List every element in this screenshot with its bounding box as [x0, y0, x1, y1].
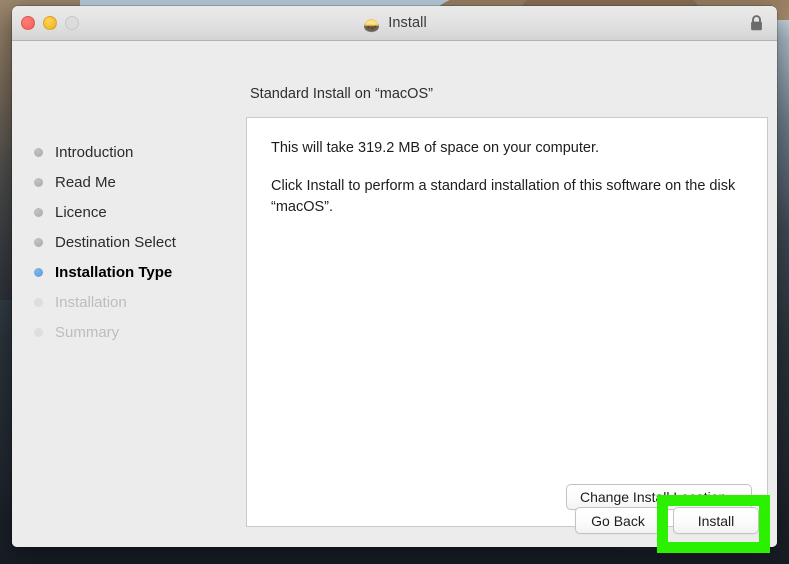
step-list: Introduction Read Me Licence Destination…	[34, 137, 176, 347]
traffic-light-controls	[21, 16, 79, 30]
space-requirement-text: This will take 319.2 MB of space on your…	[271, 140, 600, 156]
step-dot-icon	[34, 207, 43, 217]
step-label: Installation Type	[55, 263, 173, 281]
installer-package-icon	[362, 14, 381, 33]
sidebar-item-summary: Summary	[34, 317, 176, 347]
window-body: Introduction Read Me Licence Destination…	[12, 41, 777, 547]
minimize-button[interactable]	[43, 16, 57, 30]
step-label: Read Me	[55, 173, 116, 191]
window-titlebar[interactable]: Install	[12, 6, 777, 41]
install-instruction-text: Click Install to perform a standard inst…	[271, 178, 736, 215]
install-button[interactable]: Install	[673, 507, 759, 534]
lock-icon	[749, 14, 764, 32]
step-label: Introduction	[55, 143, 134, 161]
step-label: Licence	[55, 203, 107, 221]
close-button[interactable]	[21, 16, 35, 30]
install-summary-text: This will take 319.2 MB of space on your…	[271, 138, 747, 218]
page-title: Standard Install on “macOS”	[250, 86, 433, 102]
install-summary-box: This will take 319.2 MB of space on your…	[246, 117, 768, 527]
step-dot-icon	[34, 177, 43, 187]
step-label: Destination Select	[55, 233, 176, 251]
sidebar-item-licence: Licence	[34, 197, 176, 227]
installer-window: Install Introduction Read Me Licence Des…	[12, 6, 777, 547]
sidebar-item-read-me: Read Me	[34, 167, 176, 197]
step-dot-icon-active	[34, 267, 43, 277]
zoom-button	[65, 16, 79, 30]
step-label: Summary	[55, 323, 120, 341]
step-dot-icon	[34, 327, 43, 337]
sidebar-item-installation-type: Installation Type	[34, 257, 176, 287]
go-back-button[interactable]: Go Back	[575, 507, 661, 534]
window-title-group: Install	[12, 6, 777, 40]
main-content-panel: Standard Install on “macOS” This will ta…	[234, 41, 777, 547]
step-label: Installation	[55, 293, 127, 311]
sidebar-item-introduction: Introduction	[34, 137, 176, 167]
step-dot-icon	[34, 237, 43, 247]
window-action-bar: Go Back Install	[575, 507, 759, 534]
installer-steps-sidebar: Introduction Read Me Licence Destination…	[12, 41, 234, 547]
sidebar-item-destination-select: Destination Select	[34, 227, 176, 257]
step-dot-icon	[34, 297, 43, 307]
window-title: Install	[388, 15, 427, 31]
step-dot-icon	[34, 147, 43, 157]
sidebar-item-installation: Installation	[34, 287, 176, 317]
